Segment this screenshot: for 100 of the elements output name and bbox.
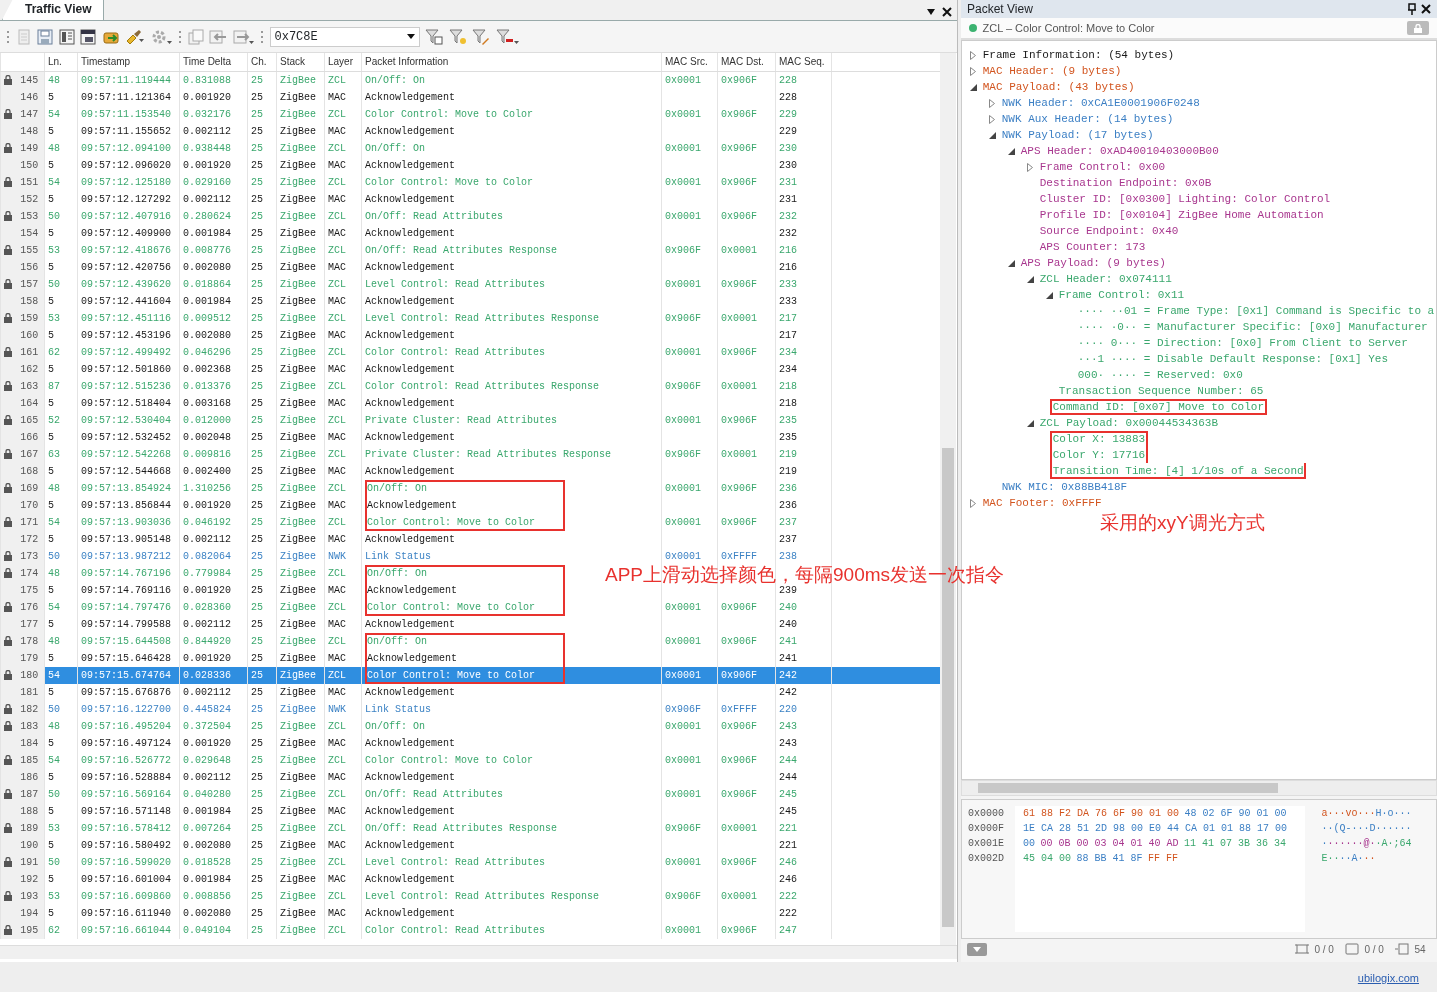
filter-icon[interactable]: [425, 28, 443, 45]
table-cell: ZigBee: [280, 227, 316, 239]
expand-icon[interactable]: [989, 114, 995, 124]
table-cell: ZigBee: [280, 431, 316, 443]
column-header[interactable]: Timestamp: [77, 53, 180, 71]
collapse-icon[interactable]: [1027, 419, 1034, 427]
column-header[interactable]: Layer: [324, 53, 362, 71]
table-cell: 236: [779, 482, 797, 494]
column-header[interactable]: Packet Information: [361, 53, 662, 71]
expand-icon[interactable]: [1027, 162, 1033, 172]
tree-item[interactable]: ···· ··01 = Frame Type: [0x1] Command is Specific to a: [1075, 303, 1436, 319]
column-header[interactable]: MAC Src.: [661, 53, 718, 71]
expand-icon[interactable]: [970, 498, 976, 508]
back-icon[interactable]: [209, 28, 227, 45]
column-header[interactable]: Ln.: [44, 53, 78, 71]
close-icon[interactable]: [941, 7, 952, 18]
tree-item[interactable]: ···· ·0·· = Manufacturer Specific: [0x0] Manufacturer: [1075, 319, 1431, 335]
tree-item[interactable]: ZCL Header: 0x074111: [1037, 271, 1175, 287]
tree-item[interactable]: Frame Information: (54 bytes): [980, 47, 1177, 63]
close-icon[interactable]: [1421, 4, 1431, 14]
tree-item[interactable]: Frame Control: 0x00: [1037, 159, 1168, 175]
tree-item[interactable]: ZCL Payload: 0x00044534363B: [1037, 415, 1221, 431]
brush-icon[interactable]: [125, 28, 145, 45]
tree-item[interactable]: Destination Endpoint: 0x0B: [1037, 175, 1215, 191]
table-cell: Acknowledgement: [365, 737, 455, 749]
website-link[interactable]: ubilogix.com: [1357, 970, 1419, 992]
table-cell: 0x906F: [721, 346, 757, 358]
dropdown-icon[interactable]: [406, 34, 415, 39]
column-header[interactable]: Stack: [276, 53, 325, 71]
tree-item[interactable]: APS Header: 0xAD40010403000B00: [1018, 143, 1222, 159]
table-cell: ZigBee: [280, 686, 316, 698]
tree-item[interactable]: Transition Time: [4] 1/10s of a Second: [1050, 463, 1307, 479]
filter-icon[interactable]: [448, 28, 467, 45]
table-cell: 0x0001: [665, 601, 701, 613]
table-cell: 09:57:12.407916: [81, 210, 171, 222]
column-header[interactable]: MAC Seq.: [775, 53, 832, 71]
tree-item[interactable]: APS Payload: (9 bytes): [1018, 255, 1169, 271]
tree-item[interactable]: NWK Payload: (17 bytes): [999, 127, 1157, 143]
collapse-icon[interactable]: [1046, 291, 1053, 299]
tree-item[interactable]: MAC Header: (9 bytes): [980, 63, 1125, 79]
window-icon[interactable]: [80, 28, 96, 45]
tree-item[interactable]: NWK MIC: 0x88BB418F: [999, 479, 1130, 495]
tree-item[interactable]: MAC Footer: 0xFFFF: [980, 495, 1105, 511]
expand-icon[interactable]: [989, 98, 995, 108]
traffic-view-tab[interactable]: Traffic View: [2, 0, 105, 20]
table-cell: 5: [48, 686, 54, 698]
copy-icon[interactable]: [187, 28, 204, 45]
grip-icon: [260, 29, 264, 44]
row-number: 191: [20, 855, 40, 870]
expand-icon[interactable]: [970, 66, 976, 76]
tree-item[interactable]: NWK Aux Header: (14 bytes): [999, 111, 1177, 127]
tree-item[interactable]: APS Counter: 173: [1037, 239, 1149, 255]
tree-item[interactable]: ···1 ···· = Disable Default Response: [0x1] Yes: [1075, 351, 1391, 367]
filter-field[interactable]: 0x7C8E: [269, 26, 420, 47]
tree-item[interactable]: Cluster ID: [0x0300] Lighting: Color Control: [1037, 191, 1333, 207]
table-cell: 25: [251, 907, 263, 919]
dropdown-icon[interactable]: [926, 8, 936, 17]
tree-item[interactable]: ···· 0··· = Direction: [0x0] From Client to Server: [1075, 335, 1411, 351]
tree-item[interactable]: Transaction Sequence Number: 65: [1056, 383, 1267, 399]
collapse-icon[interactable]: [1008, 259, 1015, 267]
forward-icon[interactable]: [232, 28, 255, 45]
table-cell: 09:57:16.578412: [81, 822, 171, 834]
table-cell: 25: [251, 312, 263, 324]
horizontal-scrollbar[interactable]: [961, 780, 1437, 796]
collapse-icon[interactable]: [1027, 275, 1034, 283]
table-cell: 09:57:13.905148: [81, 533, 171, 545]
gear-icon[interactable]: [150, 28, 173, 45]
filter-icon[interactable]: [495, 28, 520, 45]
tree-item[interactable]: 000· ···· = Reserved: 0x0: [1075, 367, 1246, 383]
save-icon[interactable]: [37, 28, 53, 45]
tree-item[interactable]: MAC Payload: (43 bytes): [980, 79, 1138, 95]
table-cell: 09:57:13.903036: [81, 516, 171, 528]
expand-icon[interactable]: [970, 50, 976, 60]
tree-item[interactable]: Color Y: 17716: [1050, 447, 1148, 463]
table-cell: 0x0001: [721, 380, 757, 392]
row-number: 175: [20, 583, 40, 598]
pin-icon[interactable]: [1407, 3, 1416, 15]
tree-item[interactable]: Profile ID: [0x0104] ZigBee Home Automation: [1037, 207, 1327, 223]
collapse-icon[interactable]: [989, 131, 996, 139]
panel-icon[interactable]: [58, 28, 75, 45]
scrollbar-thumb[interactable]: [978, 783, 1278, 793]
table-cell: 0.007264: [183, 822, 231, 834]
tree-item[interactable]: Source Endpoint: 0x40: [1037, 223, 1182, 239]
collapse-icon[interactable]: [970, 83, 977, 91]
tree-item[interactable]: Command ID: [0x07] Move to Color: [1050, 399, 1267, 415]
collapse-icon[interactable]: [1008, 147, 1015, 155]
row-number: 176: [20, 600, 40, 615]
column-header[interactable]: Time Delta: [179, 53, 248, 71]
table-cell: 0.029648: [183, 754, 231, 766]
horizontal-scrollbar[interactable]: [0, 945, 957, 959]
column-header[interactable]: Ch.: [247, 53, 277, 71]
tree-item[interactable]: Color X: 13883: [1050, 431, 1148, 447]
tree-item[interactable]: NWK Header: 0xCA1E0001906F0248: [999, 95, 1203, 111]
filter-icon[interactable]: [472, 28, 490, 45]
table-cell: On/Off: On: [365, 720, 425, 732]
column-header[interactable]: MAC Dst.: [717, 53, 776, 71]
lock-button[interactable]: [1407, 21, 1429, 35]
tree-item[interactable]: Frame Control: 0x11: [1056, 287, 1187, 303]
dropdown-button[interactable]: [967, 942, 987, 956]
table-cell: Link Status: [365, 550, 431, 562]
